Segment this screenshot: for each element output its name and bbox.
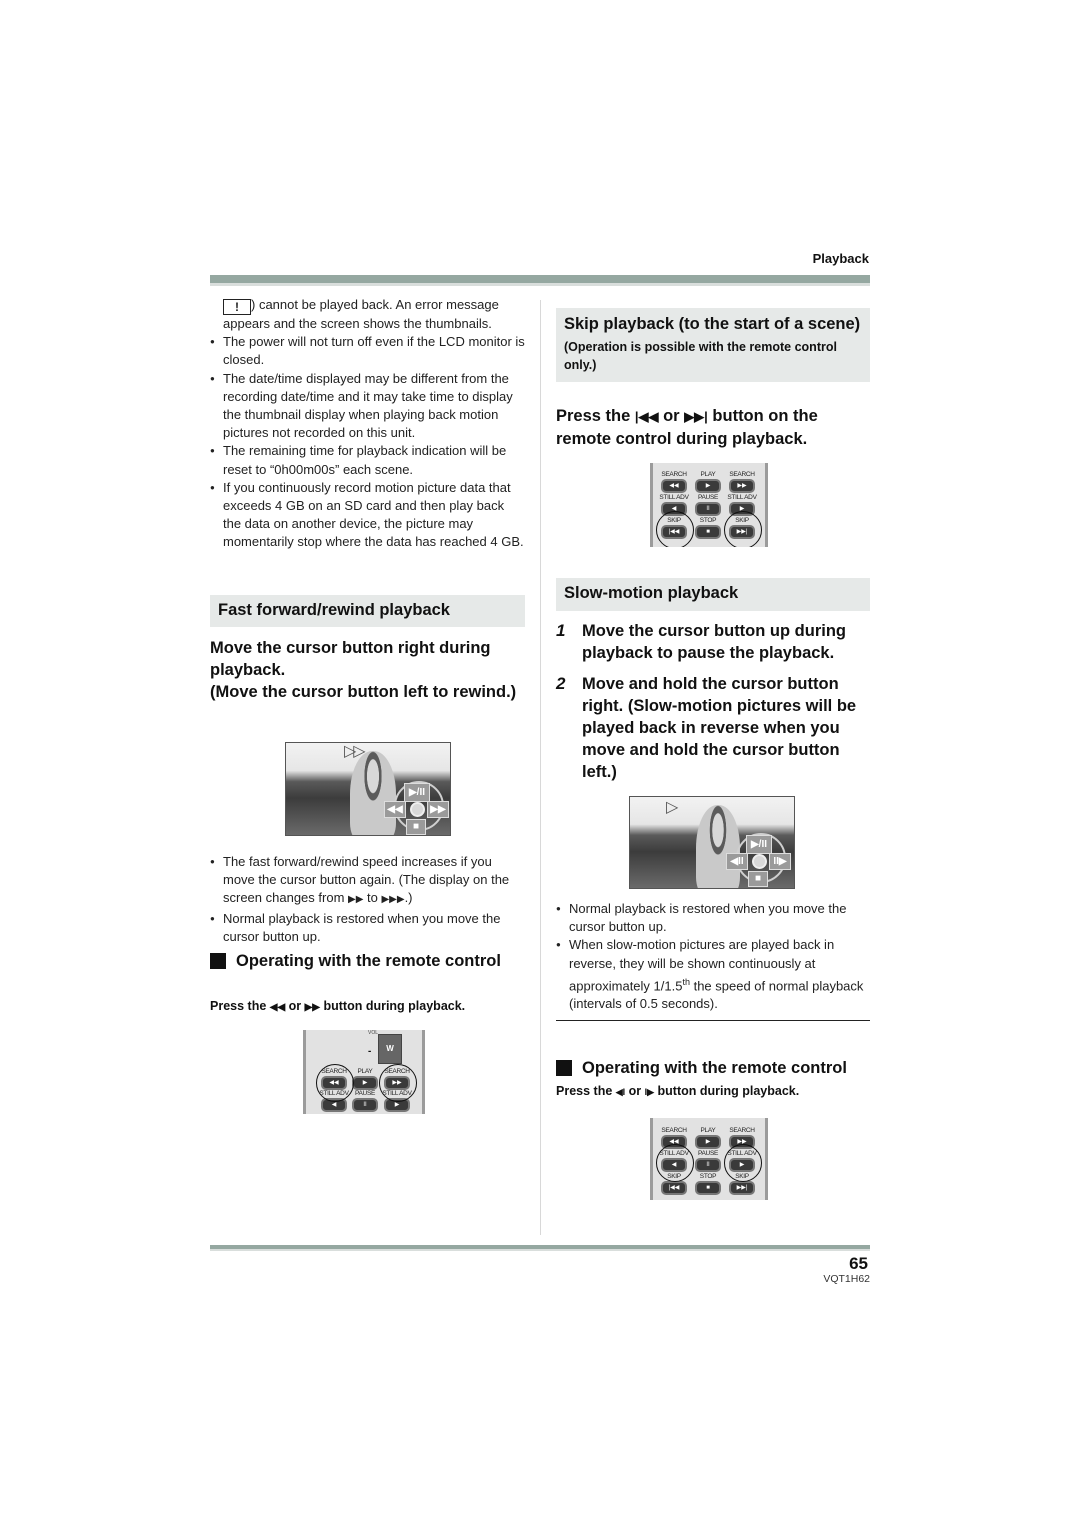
highlight-circle: [656, 1144, 694, 1182]
stop-icon: ■: [406, 819, 426, 835]
play-button: ▶: [695, 479, 721, 493]
note-item: The fast forward/rewind speed increases …: [210, 853, 525, 910]
play-pause-icon: ▶/II: [404, 783, 430, 802]
intro-notes: !) cannot be played back. An error messa…: [210, 296, 525, 552]
ff-screen-image: ▷▷ ▶/II ◀◀ ▶▶ ■: [285, 742, 451, 836]
still-adv-forward-icon: I▶: [644, 1087, 655, 1097]
fast-forward-osd-icon: ▷▷: [344, 743, 366, 760]
slow-notes: Normal playback is restored when you mov…: [556, 900, 870, 1014]
ff-section-title: Fast forward/rewind playback: [210, 595, 525, 627]
slow-section-title: Slow-motion playback: [556, 578, 870, 611]
remote-control-illustration: VOL W - SEARCH ◀◀ PLAY ▶ SEARCH ▶▶ STILL…: [303, 1030, 425, 1114]
step-number: 1: [556, 621, 566, 640]
skip-forward-button: ▶▶|: [729, 1181, 755, 1195]
slow-forward-icon: II▶: [769, 853, 791, 870]
skip-section-title: Skip playback (to the start of a scene): [564, 315, 861, 333]
note-item: If you continuously record motion pictur…: [210, 479, 525, 552]
pause-button: II: [695, 502, 721, 516]
remote-control-illustration: SEARCH ◀◀ PLAY ▶ SEARCH ▶▶ STILL ADV ◀ P…: [650, 463, 768, 547]
section-divider: [556, 1020, 870, 1021]
header-rule: [210, 275, 870, 286]
note-item: Normal playback is restored when you mov…: [556, 900, 870, 936]
highlight-circle: [379, 1064, 417, 1102]
search-back-button: ◀◀: [661, 479, 687, 493]
stop-button: ■: [695, 1181, 721, 1195]
note-item: When slow-motion pictures are played bac…: [556, 936, 870, 1013]
section-square-icon: [210, 953, 226, 969]
step-item: 1 Move the cursor button up during playb…: [556, 621, 846, 662]
remote-press-instruction: Press the ◀I or I▶ button during playbac…: [556, 1084, 800, 1098]
note-item: The remaining time for playback indicati…: [210, 442, 525, 478]
highlight-circle: [656, 511, 694, 547]
note-item: The power will not turn off even if the …: [210, 333, 525, 369]
rewind-icon: ◀◀: [384, 801, 406, 818]
page-number: 65: [849, 1254, 868, 1273]
ff-instruction: Move the cursor button right during play…: [210, 639, 517, 701]
remote-press-instruction: Press the ◀◀ or ▶▶ button during playbac…: [210, 999, 466, 1013]
fast-forward-icon: ▶▶: [427, 801, 449, 818]
note-list: The power will not turn off even if the …: [210, 333, 525, 551]
note-item: The date/time displayed may be different…: [210, 370, 525, 443]
slow-steps: 1 Move the cursor button up during playb…: [556, 620, 871, 783]
slow-reverse-icon: ◀II: [726, 853, 748, 870]
remote-control-illustration: SEARCH ◀◀ PLAY ▶ SEARCH ▶▶ STILL ADV ◀ P…: [650, 1118, 768, 1200]
step-number: 2: [556, 674, 566, 693]
warning-exclamation-icon: !: [223, 299, 251, 315]
skip-forward-icon: ▶▶|: [684, 409, 708, 424]
stop-button: ■: [695, 525, 721, 539]
step-item: 2 Move and hold the cursor button right.…: [556, 674, 857, 781]
rewind-icon: ◀◀: [269, 1002, 286, 1013]
skip-back-icon: |◀◀: [634, 409, 659, 424]
fast-forward-icon: ▶▶: [348, 894, 364, 906]
search-forward-button: ▶▶: [729, 479, 755, 493]
play-button: ▶: [695, 1135, 721, 1149]
column-divider: [540, 300, 541, 1235]
fast-forward-icon: ▶▶: [304, 1002, 320, 1013]
skip-instruction: Press the |◀◀ or ▶▶| button on the remot…: [556, 407, 818, 448]
pause-button: II: [352, 1098, 378, 1112]
pause-button: II: [695, 1158, 721, 1172]
slow-motion-osd-icon: ▷: [666, 799, 678, 816]
skip-section-header: Skip playback (to the start of a scene) …: [556, 308, 870, 382]
still-adv-back-icon: ◀I: [615, 1087, 626, 1097]
remote-section-title: Operating with the remote control: [210, 950, 526, 972]
ff-notes: The fast forward/rewind speed increases …: [210, 853, 525, 946]
play-button: ▶: [352, 1076, 378, 1090]
stop-icon: ■: [748, 871, 768, 887]
highlight-circle: [724, 511, 762, 547]
play-pause-icon: ▶/II: [746, 835, 772, 854]
highlight-circle: [316, 1064, 354, 1102]
slow-motion-screen-image: ▷ ▶/II ◀II II▶ ■: [629, 796, 795, 889]
document-code: VQT1H62: [823, 1273, 870, 1285]
section-label: Playback: [812, 251, 869, 266]
fastest-forward-icon: ▶▶▶: [381, 894, 405, 906]
skip-section-subtitle: (Operation is possible with the remote c…: [564, 340, 837, 372]
note-item: Normal playback is restored when you mov…: [210, 910, 525, 946]
highlight-circle: [724, 1144, 762, 1182]
footer-rule: [210, 1245, 870, 1251]
section-square-icon: [556, 1060, 572, 1076]
zoom-w-button: W: [378, 1034, 402, 1064]
intro-line: !) cannot be played back. An error messa…: [223, 297, 499, 331]
remote-section-title: Operating with the remote control: [556, 1057, 882, 1079]
skip-back-button: |◀◀: [661, 1181, 687, 1195]
